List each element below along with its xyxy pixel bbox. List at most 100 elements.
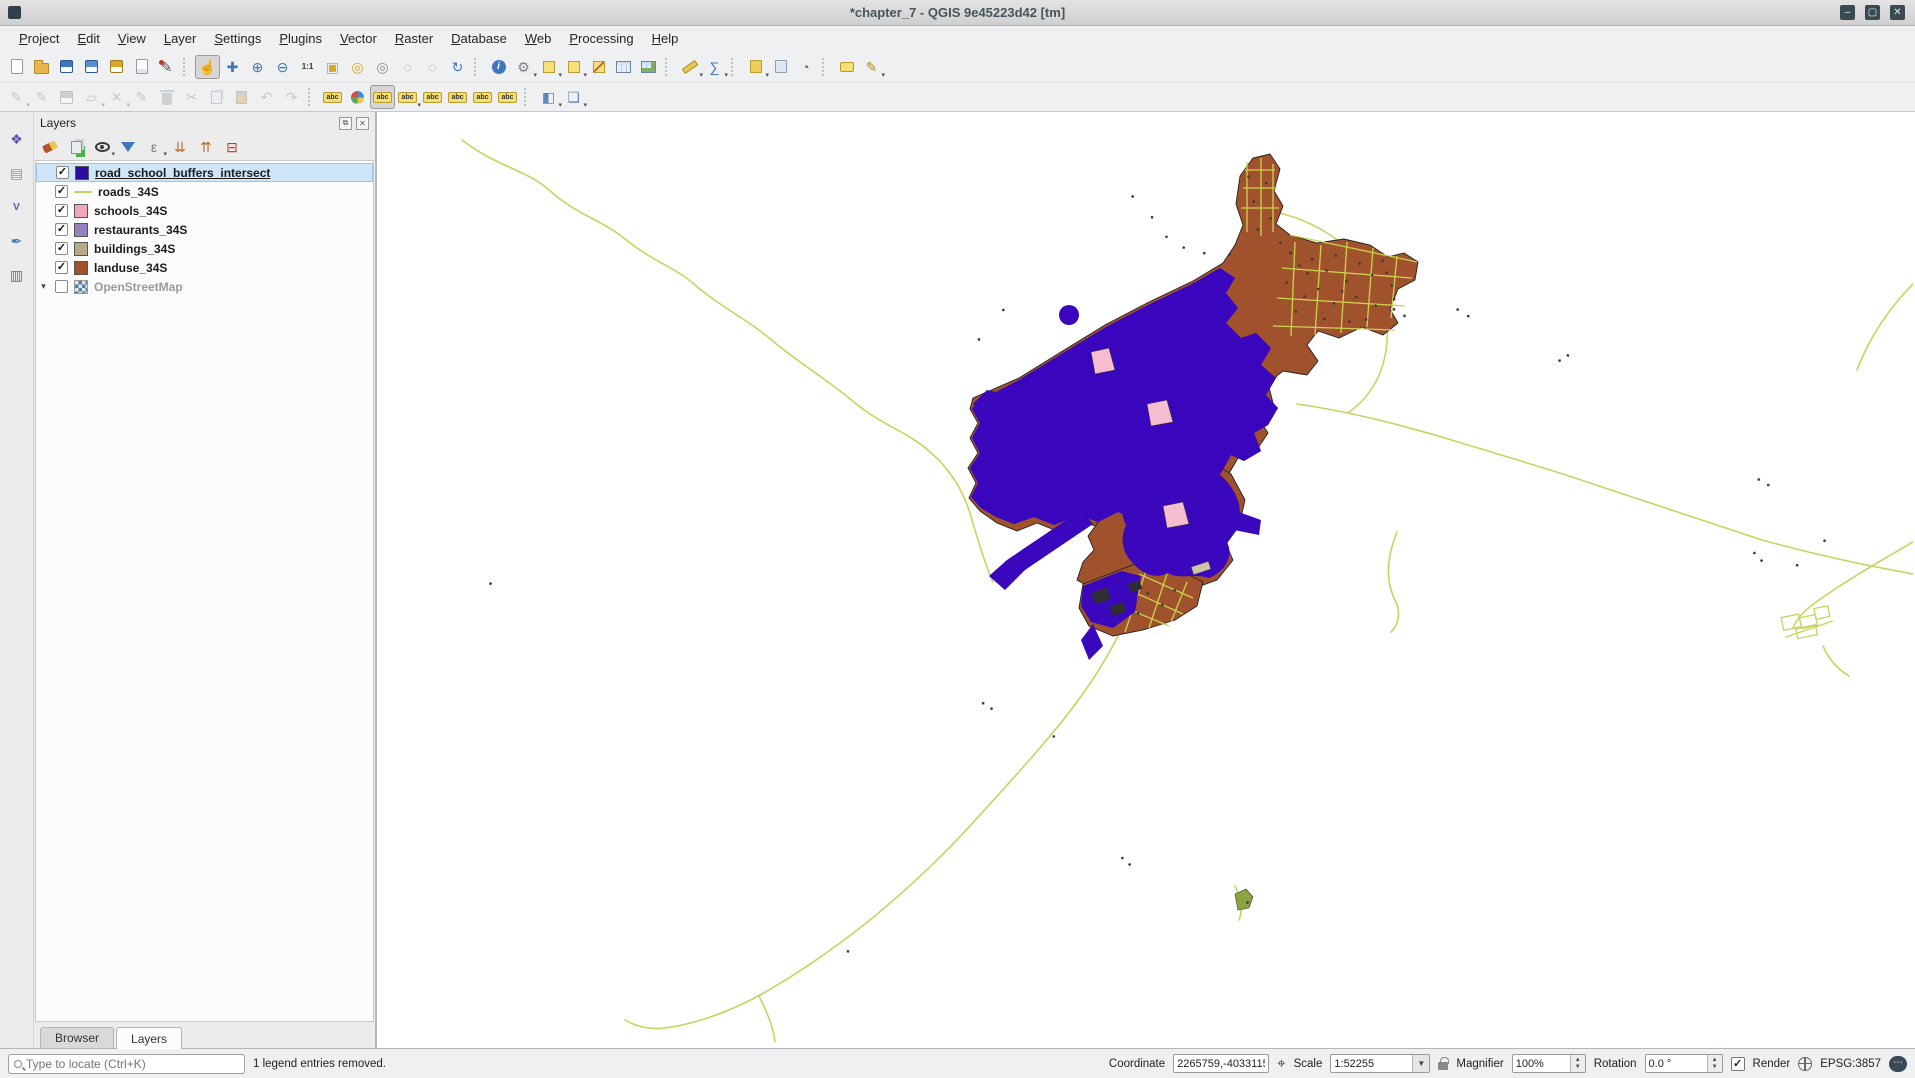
layer-row-roads_34S[interactable]: ✓roads_34S — [36, 182, 373, 201]
map-tips-icon[interactable] — [834, 55, 859, 79]
add-group-icon[interactable] — [64, 136, 88, 158]
collapse-all-icon[interactable]: ⇈ — [194, 136, 218, 158]
minimize-button[interactable]: – — [1840, 5, 1855, 20]
save-as-template-icon[interactable] — [104, 55, 129, 79]
layer-visibility-checkbox[interactable]: ✓ — [55, 185, 68, 198]
menu-web[interactable]: Web — [516, 28, 561, 49]
new-annotation-icon[interactable]: ✎▾ — [859, 55, 884, 79]
add-raster-layer-icon[interactable]: ▤ — [4, 160, 30, 186]
data-source-manager-icon[interactable]: ❖ — [4, 126, 30, 152]
layer-row-schools_34S[interactable]: ✓ schools_34S — [36, 201, 373, 220]
open-layer-styling-icon[interactable] — [38, 136, 62, 158]
zoom-next-icon[interactable]: ◌ — [420, 55, 445, 79]
layer-label[interactable]: road_school_buffers_intersect — [95, 166, 270, 180]
temporal-controller-icon[interactable]: ◔ — [793, 55, 818, 79]
messages-icon[interactable]: ⋯ — [1889, 1056, 1907, 1072]
magnifier-input[interactable] — [1513, 1055, 1570, 1072]
layer-visibility-checkbox[interactable]: ✓ — [56, 166, 69, 179]
layer-visibility-checkbox[interactable]: ✓ — [55, 261, 68, 274]
layer-row-buildings_34S[interactable]: ✓buildings_34S — [36, 239, 373, 258]
zoom-last-icon[interactable]: ◌ — [395, 55, 420, 79]
scale-combo[interactable]: ▼ — [1330, 1054, 1430, 1073]
refresh-map-icon[interactable]: ↻ — [445, 55, 470, 79]
menu-vector[interactable]: Vector — [331, 28, 386, 49]
show-spatial-bookmarks-icon[interactable] — [768, 55, 793, 79]
panel-close-icon[interactable]: ✕ — [356, 117, 369, 130]
layer-labeling-icon[interactable]: abc — [320, 85, 345, 109]
render-checkbox[interactable]: ✓ — [1731, 1057, 1745, 1071]
layer-label[interactable]: schools_34S — [94, 204, 167, 218]
zoom-to-layer-icon[interactable]: ◎ — [370, 55, 395, 79]
crs-globe-icon[interactable] — [1798, 1057, 1812, 1071]
menu-processing[interactable]: Processing — [560, 28, 642, 49]
menu-view[interactable]: View — [109, 28, 155, 49]
map-canvas[interactable] — [377, 112, 1915, 1048]
new-shapefile-layer-icon[interactable]: V — [4, 194, 30, 220]
measure-line-icon[interactable]: ▾ — [677, 55, 702, 79]
save-project-icon[interactable] — [54, 55, 79, 79]
magnifier-spin-arrows[interactable]: ▲▼ — [1570, 1055, 1585, 1072]
menu-database[interactable]: Database — [442, 28, 516, 49]
filter-by-expression-icon[interactable]: ε▾ — [142, 136, 166, 158]
rotation-input[interactable] — [1646, 1055, 1707, 1072]
zoom-out-icon[interactable]: ⊖ — [270, 55, 295, 79]
pan-map-icon[interactable]: ☝ — [195, 55, 220, 79]
new-project-icon[interactable] — [4, 55, 29, 79]
menu-help[interactable]: Help — [643, 28, 688, 49]
layer-label[interactable]: OpenStreetMap — [94, 280, 183, 294]
layer-row-landuse_34S[interactable]: ✓ landuse_34S — [36, 258, 373, 277]
extent-tracking-icon[interactable]: ⌖ — [1277, 1055, 1285, 1072]
layer-expander-icon[interactable]: ▾ — [38, 281, 49, 292]
zoom-to-selection-icon[interactable]: ◎ — [345, 55, 370, 79]
layer-row-road_school_buffers_intersect[interactable]: ✓ road_school_buffers_intersect — [36, 163, 373, 182]
expand-all-icon[interactable]: ⇊ — [168, 136, 192, 158]
labeling-options-icon[interactable]: abc — [370, 85, 395, 109]
panel-float-icon[interactable]: ⧉ — [339, 117, 352, 130]
coordinate-input[interactable] — [1173, 1054, 1269, 1073]
layer-visibility-checkbox[interactable]: ✓ — [55, 223, 68, 236]
remove-layer-icon[interactable]: ⊟ — [220, 136, 244, 158]
open-attribute-table-icon[interactable] — [611, 55, 636, 79]
locator-input[interactable] — [26, 1057, 239, 1071]
identify-features-icon[interactable]: i — [486, 55, 511, 79]
rotation-spin-arrows[interactable]: ▲▼ — [1707, 1055, 1722, 1072]
preview-mode-icon[interactable]: ◧▾ — [536, 85, 561, 109]
layer-visibility-checkbox[interactable] — [55, 280, 68, 293]
menu-plugins[interactable]: Plugins — [270, 28, 331, 49]
field-calculator-icon[interactable] — [636, 55, 661, 79]
new-geopackage-layer-icon[interactable]: ✒ — [4, 228, 30, 254]
open-project-icon[interactable] — [29, 55, 54, 79]
deselect-features-icon[interactable] — [586, 55, 611, 79]
statistical-summary-icon[interactable]: ∑▾ — [702, 55, 727, 79]
zoom-native-icon[interactable]: 1:1 — [295, 55, 320, 79]
menu-raster[interactable]: Raster — [386, 28, 442, 49]
move-label-icon[interactable]: abc — [445, 85, 470, 109]
pin-labels-icon[interactable]: abc▾ — [395, 85, 420, 109]
select-features-icon[interactable]: ▾ — [536, 55, 561, 79]
crs-value[interactable]: EPSG:3857 — [1820, 1058, 1881, 1070]
filter-legend-icon[interactable] — [116, 136, 140, 158]
layer-row-restaurants_34S[interactable]: ✓restaurants_34S — [36, 220, 373, 239]
magnifier-spinbox[interactable]: ▲▼ — [1512, 1054, 1586, 1073]
map-theme-icon[interactable]: ❏▾ — [561, 85, 586, 109]
panel-tab-layers[interactable]: Layers — [116, 1027, 182, 1049]
manage-map-themes-icon[interactable]: ▾ — [90, 136, 114, 158]
new-report-icon[interactable]: ✎ — [154, 55, 179, 79]
scale-dropdown-icon[interactable]: ▼ — [1412, 1055, 1429, 1072]
rotate-label-icon[interactable]: abc — [470, 85, 495, 109]
layer-label[interactable]: landuse_34S — [94, 261, 167, 275]
maximize-button[interactable]: ▢ — [1865, 5, 1880, 20]
highlight-labels-icon[interactable]: abc — [420, 85, 445, 109]
layer-row-OpenStreetMap[interactable]: ▾ OpenStreetMap — [36, 277, 373, 296]
zoom-full-icon[interactable]: ▣ — [320, 55, 345, 79]
menu-layer[interactable]: Layer — [155, 28, 206, 49]
layer-diagram-icon[interactable] — [345, 85, 370, 109]
layer-visibility-checkbox[interactable]: ✓ — [55, 204, 68, 217]
panel-tab-browser[interactable]: Browser — [40, 1027, 114, 1048]
menu-project[interactable]: Project — [10, 28, 68, 49]
rotation-spinbox[interactable]: ▲▼ — [1645, 1054, 1723, 1073]
save-project-as-icon[interactable] — [79, 55, 104, 79]
locator-search[interactable] — [8, 1054, 245, 1074]
scale-input[interactable] — [1331, 1055, 1412, 1072]
layer-label[interactable]: buildings_34S — [94, 242, 175, 256]
